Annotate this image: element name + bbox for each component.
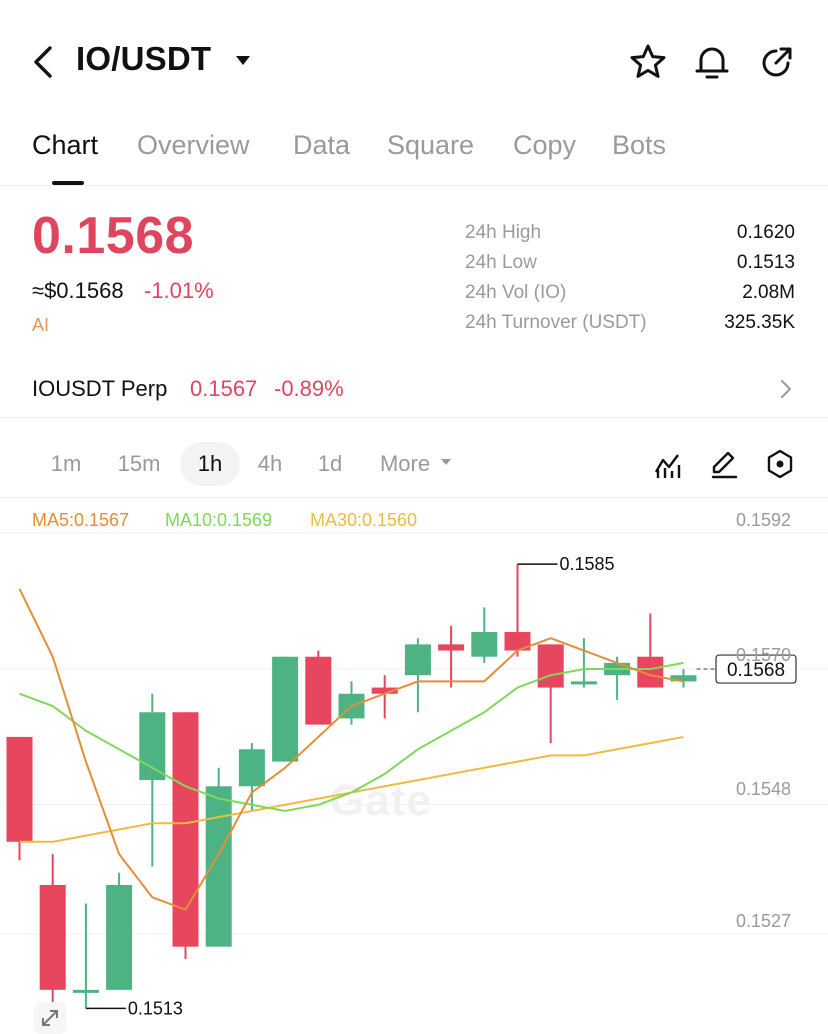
stat-label: 24h Turnover (USDT) [465,312,647,333]
interval-1h[interactable]: 1h [180,442,240,486]
stat-value: 325.35K [724,312,795,333]
star-icon[interactable] [628,42,668,82]
candle-body [570,681,597,685]
interval-bar: 1m 15m 1h 4h 1d More [0,430,828,498]
stat-row-low: 24h Low 0.1513 [465,250,795,280]
interval-4h[interactable]: 4h [244,442,296,486]
share-icon[interactable] [756,42,796,82]
y-tick-label: 0.1592 [736,510,792,530]
y-tick-label: 0.1548 [736,779,792,799]
candle-body [39,884,66,990]
stat-value: 2.08M [742,282,795,303]
indicator-icon[interactable] [652,448,684,480]
stat-row-high: 24h High 0.1620 [465,220,795,250]
perp-link-row[interactable]: IOUSDT Perp 0.1567 -0.89% [0,360,828,418]
pair-title[interactable]: IO/USDT [76,40,211,78]
perp-price: 0.1567 [190,376,258,401]
chevron-right-icon [781,380,791,398]
candle-body [404,644,431,676]
tab-overview[interactable]: Overview [137,130,250,161]
stat-value: 0.1513 [736,252,795,273]
price-change-percent: -1.01% [144,278,214,303]
pencil-icon[interactable] [708,448,740,480]
y-tick-label: 0.1570 [736,645,792,665]
last-price: 0.1568 [32,207,195,265]
tab-square[interactable]: Square [387,130,474,161]
bell-icon[interactable] [692,42,732,82]
interval-15m[interactable]: 15m [106,442,172,486]
candle-body [106,884,133,990]
tab-copy[interactable]: Copy [513,130,576,161]
candlestick-chart[interactable]: 0.15850.15130.1568 [0,500,828,1034]
stat-value: 0.1620 [736,222,795,243]
perp-change: -0.89% [274,376,344,401]
caret-down-icon[interactable] [234,54,252,68]
candle-body [305,656,332,725]
ai-button[interactable]: AI [32,315,49,336]
active-tab-indicator [52,181,84,185]
tab-chart[interactable]: Chart [32,130,98,161]
candle-body [438,644,465,651]
candle-body [537,644,564,688]
interval-more[interactable]: More [372,442,438,486]
high-marker-label: 0.1585 [560,554,615,574]
header: IO/USDT [0,0,828,120]
stat-row-volume: 24h Vol (IO) 2.08M [465,280,795,310]
expand-icon[interactable] [34,1002,66,1034]
y-tick-label: 0.1527 [736,911,792,931]
settings-hexagon-icon[interactable] [764,448,796,480]
usd-price: ≈$0.1568 [32,278,124,303]
stat-label: 24h High [465,222,542,243]
interval-1m[interactable]: 1m [36,442,96,486]
candle-body [471,632,498,657]
low-marker-label: 0.1513 [128,998,183,1018]
caret-down-icon[interactable] [440,457,452,467]
candle-body [139,712,166,781]
candle-body [172,712,199,947]
stat-label: 24h Vol (IO) [465,282,567,303]
candle-body [238,749,265,787]
interval-1d[interactable]: 1d [304,442,356,486]
ma30-line [19,735,684,843]
tab-bar: Chart Overview Data Square Copy Bots [0,120,828,186]
stat-row-turnover: 24h Turnover (USDT) 325.35K [465,310,795,340]
candle-body [6,736,33,842]
tab-data[interactable]: Data [293,130,350,161]
candle-body [272,656,299,762]
perp-name: IOUSDT Perp [32,376,168,401]
back-arrow-icon[interactable] [28,42,60,82]
candle-body [72,989,99,993]
stats-panel: 24h High 0.1620 24h Low 0.1513 24h Vol (… [465,220,795,340]
tab-bots[interactable]: Bots [612,130,666,161]
stat-label: 24h Low [465,252,537,273]
candle-body [205,786,232,947]
